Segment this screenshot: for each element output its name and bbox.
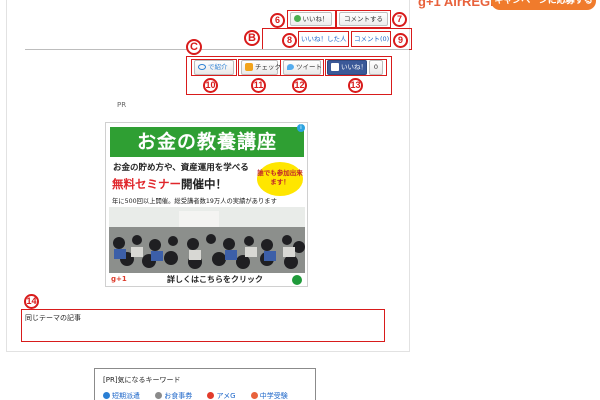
annotation-badge-10: 10 [203,78,218,93]
twitter-bird-icon [287,64,294,70]
annotation-badge-b: B [244,30,260,46]
annotation-badge-9: 9 [393,33,408,48]
pr-keywords: [PR]気になるキーワード 短期派遣 お食事券 アメG 中学受験 [94,368,316,400]
ad-cta[interactable]: 詳しくはこちらをクリック [167,273,263,286]
keyword-item[interactable]: 短期派遣 [103,391,140,400]
seminar-ad[interactable]: お金の教養講座 お金の貯め方や、資産運用を学べる 無料セミナー開催中！ 誰でも参… [105,122,308,287]
tweet-label: ツイート [296,63,322,71]
annotation-badge-14: 14 [24,294,39,309]
seminar-photo [109,207,305,273]
comment-button[interactable]: コメントする [339,12,388,26]
tweet-button[interactable]: ツイート [283,60,322,75]
google-plus-icon: g+1 [111,275,127,283]
hatena-icon [245,63,253,71]
comment-count-link[interactable]: コメント(0) [354,33,389,45]
annotation-badge-12: 12 [292,78,307,93]
smile-icon [293,15,301,22]
ad-subtitle: お金の貯め方や、資産運用を学べる [113,163,249,173]
annotation-badge-7: 7 [392,12,407,27]
facebook-like-label: いいね！ [341,63,367,71]
keyword-icon [103,392,110,399]
keywords-title: [PR]気になるキーワード [103,376,181,384]
keyword-item[interactable]: お食事券 [155,391,192,400]
campaign-button[interactable]: キャンペーンに応募する [491,0,596,10]
facebook-icon [331,63,339,71]
related-articles: 同じテーマの記事 [21,309,385,342]
keyword-icon [207,392,215,399]
keywords-list: 短期派遣 お食事券 アメG 中学受験 [103,391,301,400]
check-label: チェック [255,63,281,71]
ad-headline: 無料セミナー開催中！ [112,176,227,192]
introduce-button[interactable]: で紹介 [194,60,234,75]
annotation-badge-13: 13 [348,78,363,93]
keyword-icon [250,392,258,399]
ad-info-icon[interactable]: i [297,124,305,132]
liked-by-link[interactable]: いいね！した人 [301,33,347,45]
facebook-like-count: 0 [369,60,383,75]
airregi-banner[interactable]: g+1 AirREGI キャンペーンに応募する [416,0,600,12]
annotation-badge-11: 11 [251,78,266,93]
keyword-item[interactable]: 中学受験 [250,391,288,400]
introduce-label: で紹介 [208,63,228,71]
annotation-badge-c: C [186,39,202,55]
like-label: いいね！ [302,15,329,23]
like-button[interactable]: いいね！ [290,12,332,26]
eye-icon [198,64,206,70]
airregi-logo: g+1 AirREGI [418,0,494,9]
arrow-right-icon [292,275,302,285]
annotation-badge-6: 6 [270,13,285,28]
facebook-like-button[interactable]: いいね！ [327,60,367,75]
related-title: 同じテーマの記事 [25,314,81,322]
ad-headline-red: 無料セミナー [112,177,181,191]
ad-circle-badge: 誰でも参加出来ます！ [257,162,303,196]
divider [25,49,409,50]
ad-title: お金の教養講座 [110,127,304,157]
ad-description: 年に500回以上開催。総受講者数19万人の実績があります [112,198,277,205]
ad-footer[interactable]: g+1 詳しくはこちらをクリック [109,273,305,286]
keyword-item[interactable]: アメG [207,391,236,400]
check-button[interactable]: チェック [241,60,281,75]
ad-headline-rest: 開催中！ [181,177,227,191]
keyword-icon [155,392,163,399]
pr-label: PR [117,101,127,109]
